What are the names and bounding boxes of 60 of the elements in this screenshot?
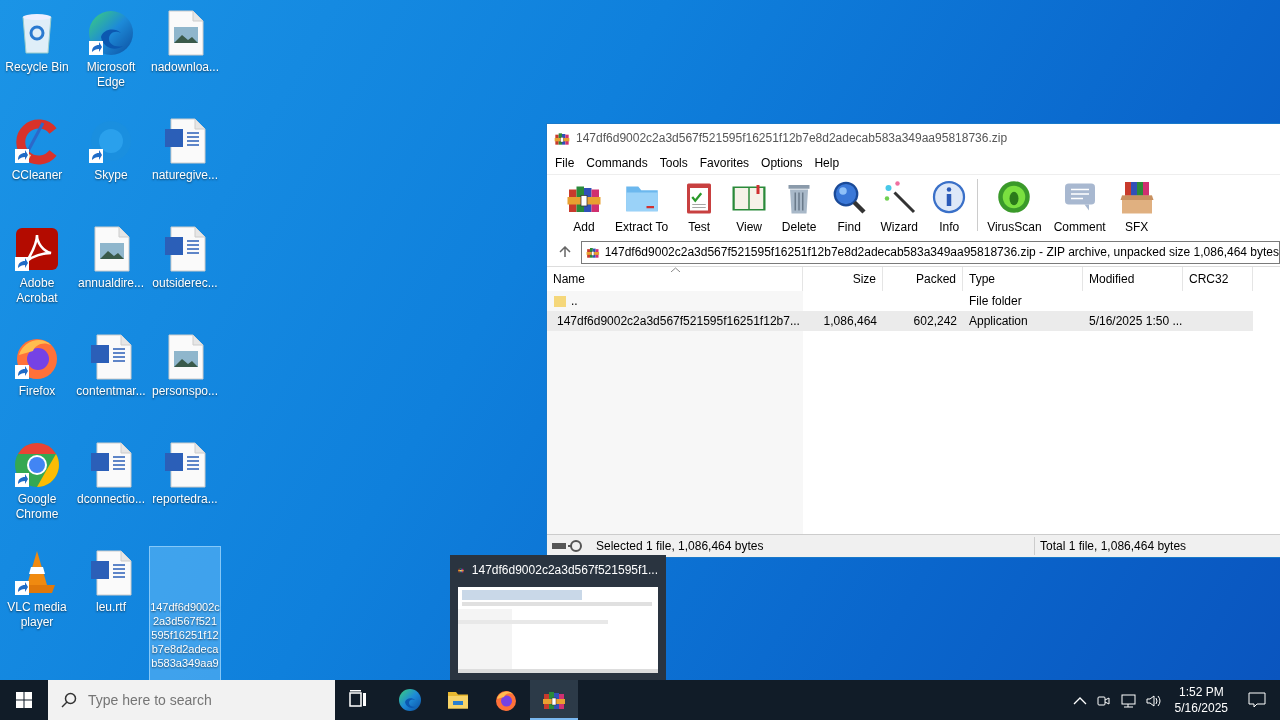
toolbar-button[interactable]: Test [674, 179, 725, 236]
menu-item[interactable]: Options [755, 154, 809, 172]
address-field[interactable]: 147df6d9002c2a3d567f521595f16251f12b7e8d2adecab583a349aa95818736.zip - ZIP archive, unpacked size 1,086,464 bytes [581, 240, 1280, 264]
table-cell-text: 5/16/2025 1:50 ... [1089, 313, 1183, 330]
table-cell-text: 147df6d9002c2a3d567f521595f16251f12b7... [557, 313, 800, 330]
desktop-icon[interactable]: naturegive... [149, 114, 221, 184]
swirl-logo-icon [398, 688, 422, 712]
speaker-icon[interactable] [1144, 692, 1163, 709]
toolbar-button[interactable]: Delete [774, 179, 825, 236]
desktop-icon[interactable]: outsiderec... [149, 222, 221, 292]
status-text: Selected 1 file, 1,086,464 bytes [596, 538, 765, 555]
fox-globe-icon [494, 688, 518, 712]
books-icon [554, 130, 570, 146]
toolbar-button[interactable]: Comment [1047, 179, 1112, 236]
toolbar-button[interactable]: Add [559, 179, 609, 236]
desktop-icon[interactable]: Google Chrome [1, 438, 73, 523]
box-icon [1118, 179, 1155, 215]
thumbnail-popup[interactable]: 147df6d9002c2a3d567f521595f1... [450, 555, 666, 680]
desktop-icon[interactable]: Firefox [1, 330, 73, 400]
network-icon[interactable] [1118, 692, 1137, 709]
menu-item[interactable]: Help [808, 154, 846, 172]
search-icon [831, 179, 868, 215]
info-icon [931, 179, 968, 215]
toolbar-button[interactable]: VirusScan [981, 179, 1048, 236]
table-cell-text: 602,242 [913, 313, 957, 330]
menu-item[interactable]: Tools [653, 154, 694, 172]
toolbar-button[interactable]: Find [824, 179, 875, 236]
menu-item[interactable]: Favorites [693, 154, 756, 172]
toolbar-button[interactable]: View [724, 179, 775, 236]
desktop-icon[interactable]: reportedra... [149, 438, 221, 508]
file-row[interactable]: .. File folder [547, 291, 1253, 311]
menu-item[interactable]: File [549, 154, 581, 172]
desktop-icon[interactable]: VLC media player [1, 546, 73, 631]
search-field[interactable]: Type here to search [48, 680, 335, 720]
menu-item[interactable]: Commands [580, 154, 654, 172]
table-cell-text: File folder [969, 293, 1022, 310]
toolbar-button[interactable]: Extract To [609, 179, 675, 236]
desktop-icon[interactable]: annualdire... [75, 222, 147, 292]
table-cell-text: 1,086,464 [823, 313, 877, 330]
desktop-icon[interactable]: contentmar... [75, 330, 147, 400]
chevron-up-icon[interactable] [1072, 695, 1087, 706]
up-arrow-icon[interactable] [559, 246, 571, 258]
toolbar-button[interactable]: SFX [1111, 179, 1162, 236]
bug-icon [996, 179, 1033, 215]
table-cell-text: .. [571, 293, 578, 310]
toolbar-button[interactable]: Wizard [874, 179, 925, 236]
desktop-icon[interactable]: leu.rtf [75, 546, 147, 616]
taskbar-clock[interactable]: 1:52 PM 5/16/2025 [1166, 684, 1236, 716]
folder-icon [553, 294, 567, 308]
table-cell-text: Application [969, 313, 1028, 330]
thumbnail-title: 147df6d9002c2a3d567f521595f1... [471, 562, 658, 579]
file-row[interactable]: 147df6d9002c2a3d567f521595f16251f12b7... 1,086,464 602,242 Application 5/16/2025 1:50 ... [547, 311, 1253, 331]
windows-logo-icon [16, 692, 32, 708]
search-icon [61, 692, 77, 708]
status-text: Total 1 file, 1,086,464 bytes [1040, 538, 1187, 555]
desktop-icon[interactable]: dconnectio... [75, 438, 147, 508]
window-title: 147df6d9002c2a3d567f521595f16251f12b7e8d2adecab583a349aa95818736.zip [576, 130, 1008, 147]
desktop-icon[interactable]: personspo... [149, 330, 221, 400]
toolbar-button[interactable]: Info [924, 179, 975, 236]
notification-icon[interactable] [1248, 691, 1266, 710]
